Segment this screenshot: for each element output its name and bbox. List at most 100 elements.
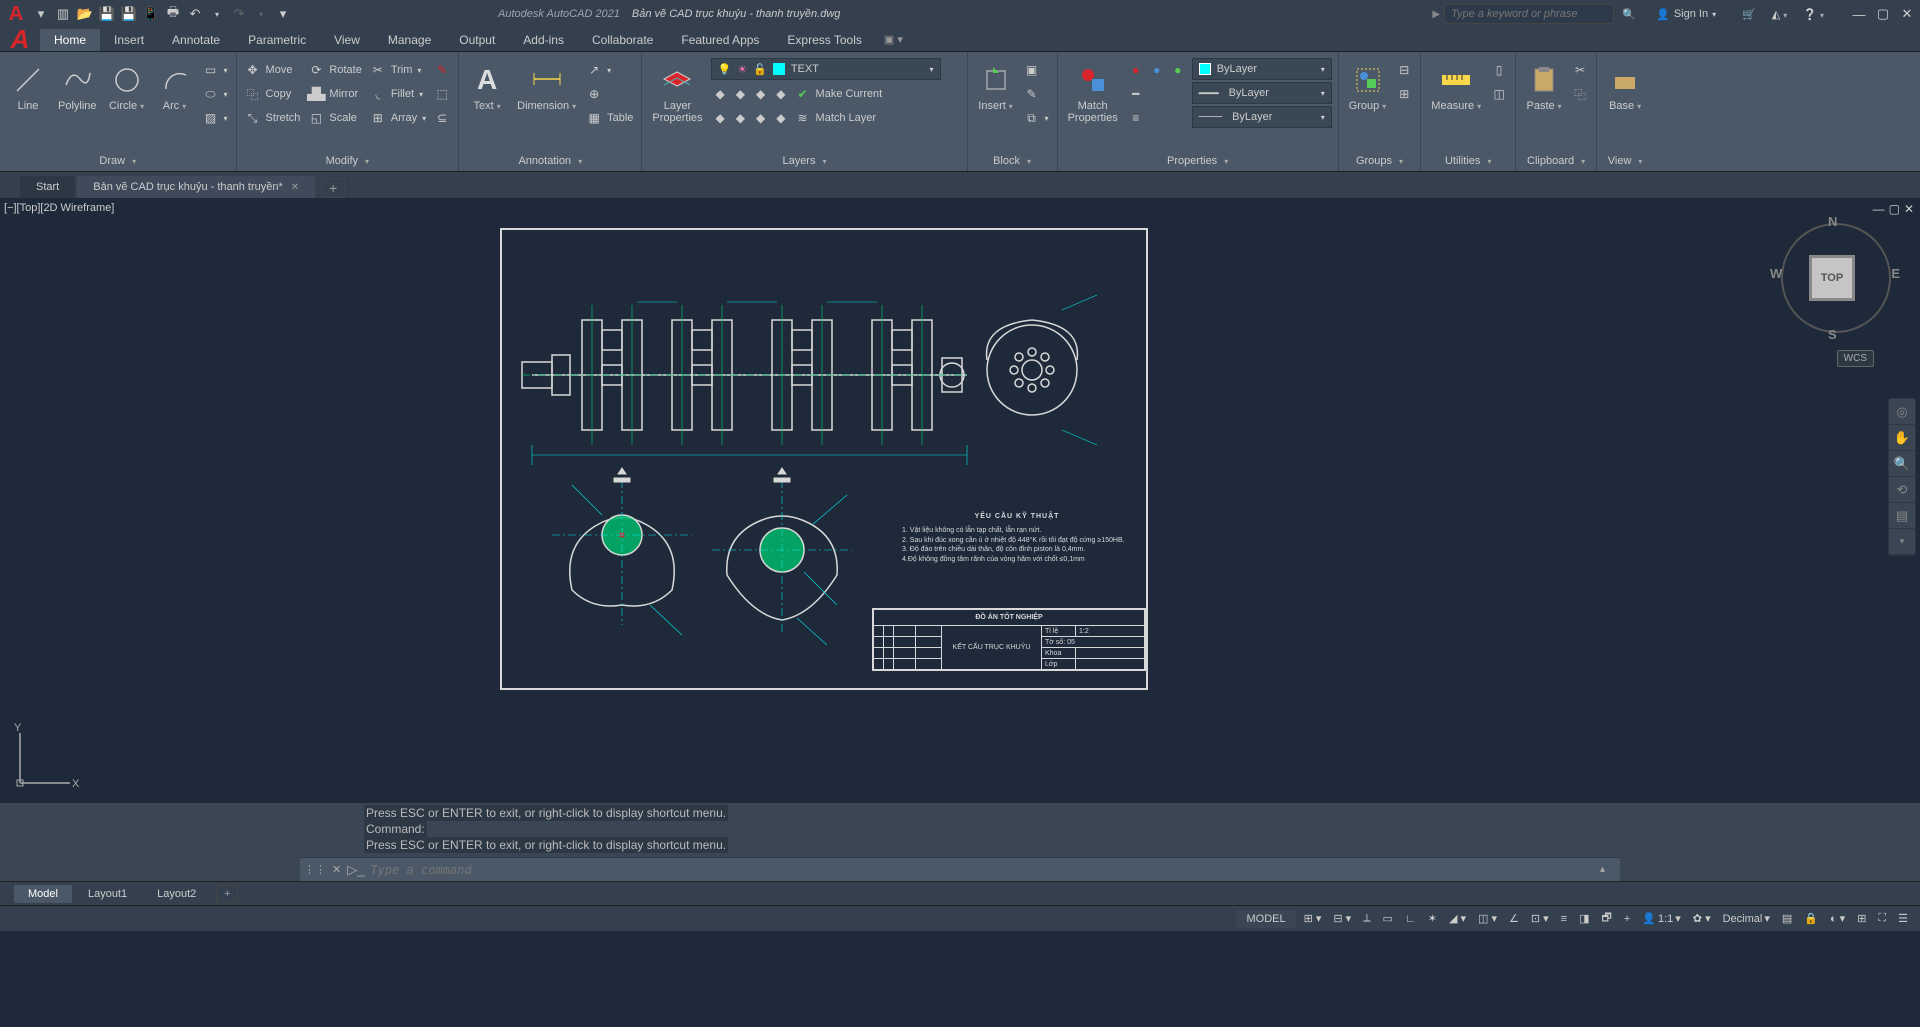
status-annoscale-icon[interactable]: 👤 1:1 ▾: [1638, 910, 1685, 927]
panel-block-label[interactable]: Block: [974, 151, 1051, 171]
file-tab-current[interactable]: Bản vẽ CAD trục khuỷu - thanh truyền*✕: [77, 176, 315, 198]
nav-expand-icon[interactable]: ▾: [1889, 529, 1915, 555]
layout-tab-2[interactable]: Layout2: [143, 885, 210, 903]
cut-button[interactable]: ✂: [1570, 58, 1590, 82]
centermark-button[interactable]: ⊕: [584, 82, 635, 106]
panel-annotation-label[interactable]: Annotation: [465, 151, 635, 171]
edit-attributes-button[interactable]: ⧉▾: [1022, 106, 1051, 130]
search-icon[interactable]: 🔍: [1618, 3, 1640, 25]
tab-home[interactable]: Home: [40, 29, 100, 51]
viewport-label[interactable]: [−][Top][2D Wireframe]: [4, 202, 114, 214]
arc-button[interactable]: Arc: [153, 58, 197, 116]
scale-button[interactable]: ◱Scale: [306, 106, 363, 130]
panel-clipboard-label[interactable]: Clipboard: [1522, 151, 1590, 171]
status-iso-icon[interactable]: ◢ ▾: [1445, 910, 1470, 927]
select-button[interactable]: ▯: [1489, 58, 1509, 82]
vp-close-icon[interactable]: ✕: [1904, 202, 1914, 216]
tab-annotate[interactable]: Annotate: [158, 29, 234, 51]
status-dyninput-icon[interactable]: ▭: [1379, 910, 1397, 927]
status-model[interactable]: MODEL: [1236, 910, 1295, 928]
panel-layers-label[interactable]: Layers: [648, 151, 960, 171]
nav-showmotion-icon[interactable]: ▤: [1889, 503, 1915, 529]
tab-collaborate[interactable]: Collaborate: [578, 29, 667, 51]
status-lockui-icon[interactable]: 🔒: [1800, 910, 1822, 927]
status-quickprop-icon[interactable]: ▤: [1778, 910, 1796, 927]
status-isoobj-icon[interactable]: ◐ ▾: [1826, 910, 1849, 927]
add-layout-button[interactable]: +: [216, 885, 238, 903]
lineweight-dropdown[interactable]: ━━━ByLayer▾: [1192, 82, 1332, 104]
nav-zoom-icon[interactable]: 🔍: [1889, 451, 1915, 477]
vp-restore-icon[interactable]: ▢: [1889, 202, 1900, 216]
status-cycling-icon[interactable]: 🗗: [1597, 907, 1615, 930]
copy-button[interactable]: ⿻Copy: [243, 82, 303, 106]
ellipse-button[interactable]: ⬭▾: [201, 82, 230, 106]
open-icon[interactable]: 📂: [76, 5, 94, 23]
close-icon[interactable]: ✕: [1898, 5, 1916, 23]
status-otrack-icon[interactable]: ⊡ ▾: [1527, 910, 1553, 927]
layer-properties-button[interactable]: Layer Properties: [648, 58, 706, 128]
status-gear-icon[interactable]: ✿ ▾: [1689, 910, 1715, 927]
close-tab-icon[interactable]: ✕: [291, 182, 299, 193]
match-properties-button[interactable]: Match Properties: [1064, 58, 1122, 128]
cube-east[interactable]: E: [1891, 266, 1900, 281]
lineweight-icons[interactable]: ≡: [1126, 106, 1188, 130]
count-button[interactable]: ◫: [1489, 82, 1509, 106]
minimize-icon[interactable]: —: [1850, 5, 1868, 23]
autodesk-app-icon[interactable]: ◭: [1772, 8, 1787, 21]
trim-button[interactable]: ✂Trim▾: [368, 58, 428, 82]
panel-properties-label[interactable]: Properties: [1064, 151, 1332, 171]
nav-pan-icon[interactable]: ✋: [1889, 425, 1915, 451]
nav-wheel-icon[interactable]: ◎: [1889, 399, 1915, 425]
command-input[interactable]: [370, 863, 1594, 877]
insert-button[interactable]: Insert: [974, 58, 1018, 116]
tab-view[interactable]: View: [320, 29, 374, 51]
panel-view-label[interactable]: View: [1603, 151, 1647, 171]
status-3dosnap-icon[interactable]: ∠: [1505, 910, 1523, 927]
file-tab-start[interactable]: Start: [20, 176, 75, 198]
edit-block-button[interactable]: ✎: [1022, 82, 1051, 106]
redo-dd-icon[interactable]: ▾: [252, 5, 270, 23]
status-hwacc-icon[interactable]: ⊞: [1853, 910, 1870, 927]
leader-button[interactable]: ↗▾: [584, 58, 635, 82]
tab-extra-icon[interactable]: ▣ ▾: [884, 33, 903, 46]
offset-button[interactable]: ⊆: [432, 106, 452, 130]
move-button[interactable]: ✥Move: [243, 58, 303, 82]
redo-icon[interactable]: ↷: [230, 5, 248, 23]
saveas-icon[interactable]: 💾: [120, 5, 138, 23]
undo-dd-icon[interactable]: ▾: [208, 5, 226, 23]
qat-dd-icon[interactable]: ▾: [274, 5, 292, 23]
status-polar-icon[interactable]: ✶: [1424, 910, 1441, 927]
nav-orbit-icon[interactable]: ⟲: [1889, 477, 1915, 503]
status-grid-icon[interactable]: ⊞ ▾: [1300, 910, 1326, 927]
plot-icon[interactable]: 🖶: [164, 5, 182, 23]
undo-icon[interactable]: ↶: [186, 5, 204, 23]
dimension-button[interactable]: Dimension: [513, 58, 580, 116]
view-cube[interactable]: N E S W TOP: [1776, 218, 1896, 338]
status-annomonitor-icon[interactable]: +: [1620, 911, 1634, 927]
polyline-button[interactable]: Polyline: [54, 58, 101, 116]
copy-clip-button[interactable]: ⿻: [1570, 82, 1590, 106]
cmd-history-up-icon[interactable]: ▴: [1600, 864, 1616, 875]
tab-addins[interactable]: Add-ins: [509, 29, 578, 51]
circle-button[interactable]: Circle: [105, 58, 149, 116]
group-button[interactable]: Group: [1345, 58, 1391, 116]
status-transparency-icon[interactable]: ◨: [1575, 910, 1593, 927]
tab-parametric[interactable]: Parametric: [234, 29, 320, 51]
color-icons[interactable]: ●●●: [1126, 58, 1188, 82]
cube-south[interactable]: S: [1828, 327, 1837, 342]
search-input[interactable]: [1444, 4, 1614, 24]
tab-output[interactable]: Output: [445, 29, 509, 51]
layout-tab-model[interactable]: Model: [14, 885, 72, 903]
vp-minimize-icon[interactable]: —: [1873, 202, 1885, 216]
table-button[interactable]: ▦Table: [584, 106, 635, 130]
tab-manage[interactable]: Manage: [374, 29, 445, 51]
cube-north[interactable]: N: [1828, 214, 1837, 229]
explode-button[interactable]: ⬚: [432, 82, 452, 106]
hatch-button[interactable]: ▨▾: [201, 106, 230, 130]
stretch-button[interactable]: ⤡Stretch: [243, 106, 303, 130]
mirror-button[interactable]: ▟▙Mirror: [306, 82, 363, 106]
fillet-button[interactable]: ◟Fillet▾: [368, 82, 428, 106]
status-infer-icon[interactable]: ⟂: [1359, 910, 1374, 927]
linetype-dropdown[interactable]: ───ByLayer▾: [1192, 106, 1332, 128]
layout-tab-1[interactable]: Layout1: [74, 885, 141, 903]
